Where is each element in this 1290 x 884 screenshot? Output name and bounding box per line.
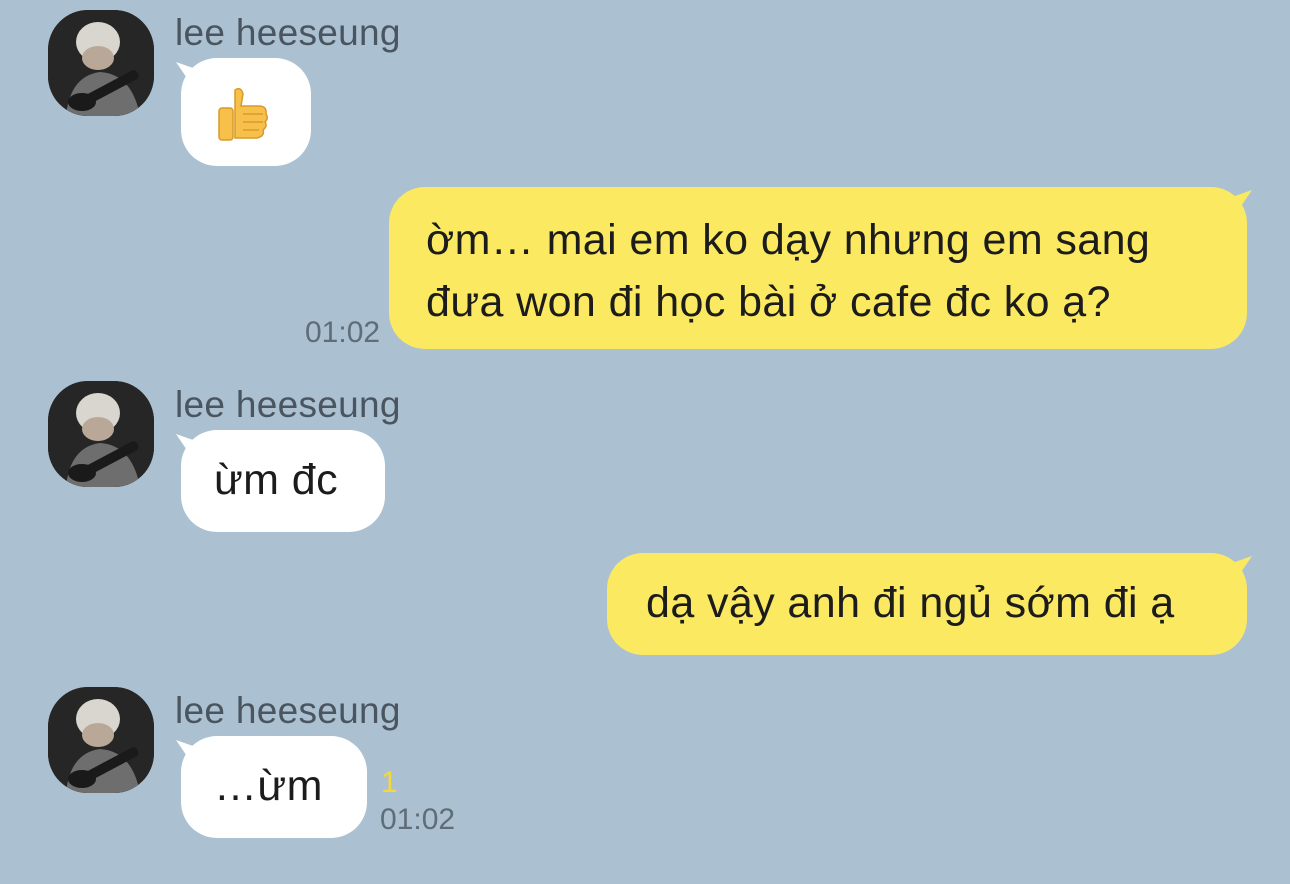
message-text: ừm đc <box>214 456 338 504</box>
avatar[interactable] <box>48 381 154 487</box>
sender-name: lee heeseung <box>175 12 401 53</box>
message-bubble-incoming[interactable]: ừm đc <box>181 430 385 532</box>
avatar-photo-icon <box>48 687 154 793</box>
avatar[interactable] <box>48 687 154 793</box>
message-text: dạ vậy anh đi ngủ sớm đi ạ <box>646 579 1175 627</box>
message-time: 01:02 <box>305 316 381 349</box>
avatar[interactable] <box>48 10 154 116</box>
message-text: …ừm <box>214 762 323 810</box>
unread-count: 1 <box>381 766 398 799</box>
message-text-line: ờm… mai em ko dạy nhưng em sang <box>426 216 1151 264</box>
sender-name: lee heeseung <box>175 690 401 731</box>
message-time: 01:02 <box>380 803 456 836</box>
message-bubble-outgoing[interactable]: ờm… mai em ko dạy nhưng em sang đưa won … <box>389 187 1247 349</box>
avatar-photo-icon <box>48 381 154 487</box>
sender-name: lee heeseung <box>175 384 401 425</box>
message-bubble-outgoing[interactable]: dạ vậy anh đi ngủ sớm đi ạ <box>607 553 1247 655</box>
message-bubble-incoming[interactable] <box>181 58 311 166</box>
message-bubble-incoming[interactable]: …ừm <box>181 736 367 838</box>
avatar-photo-icon <box>48 10 154 116</box>
thumbs-up-icon <box>218 87 269 141</box>
message-text-line: đưa won đi học bài ở cafe đc ko ạ? <box>426 278 1111 326</box>
